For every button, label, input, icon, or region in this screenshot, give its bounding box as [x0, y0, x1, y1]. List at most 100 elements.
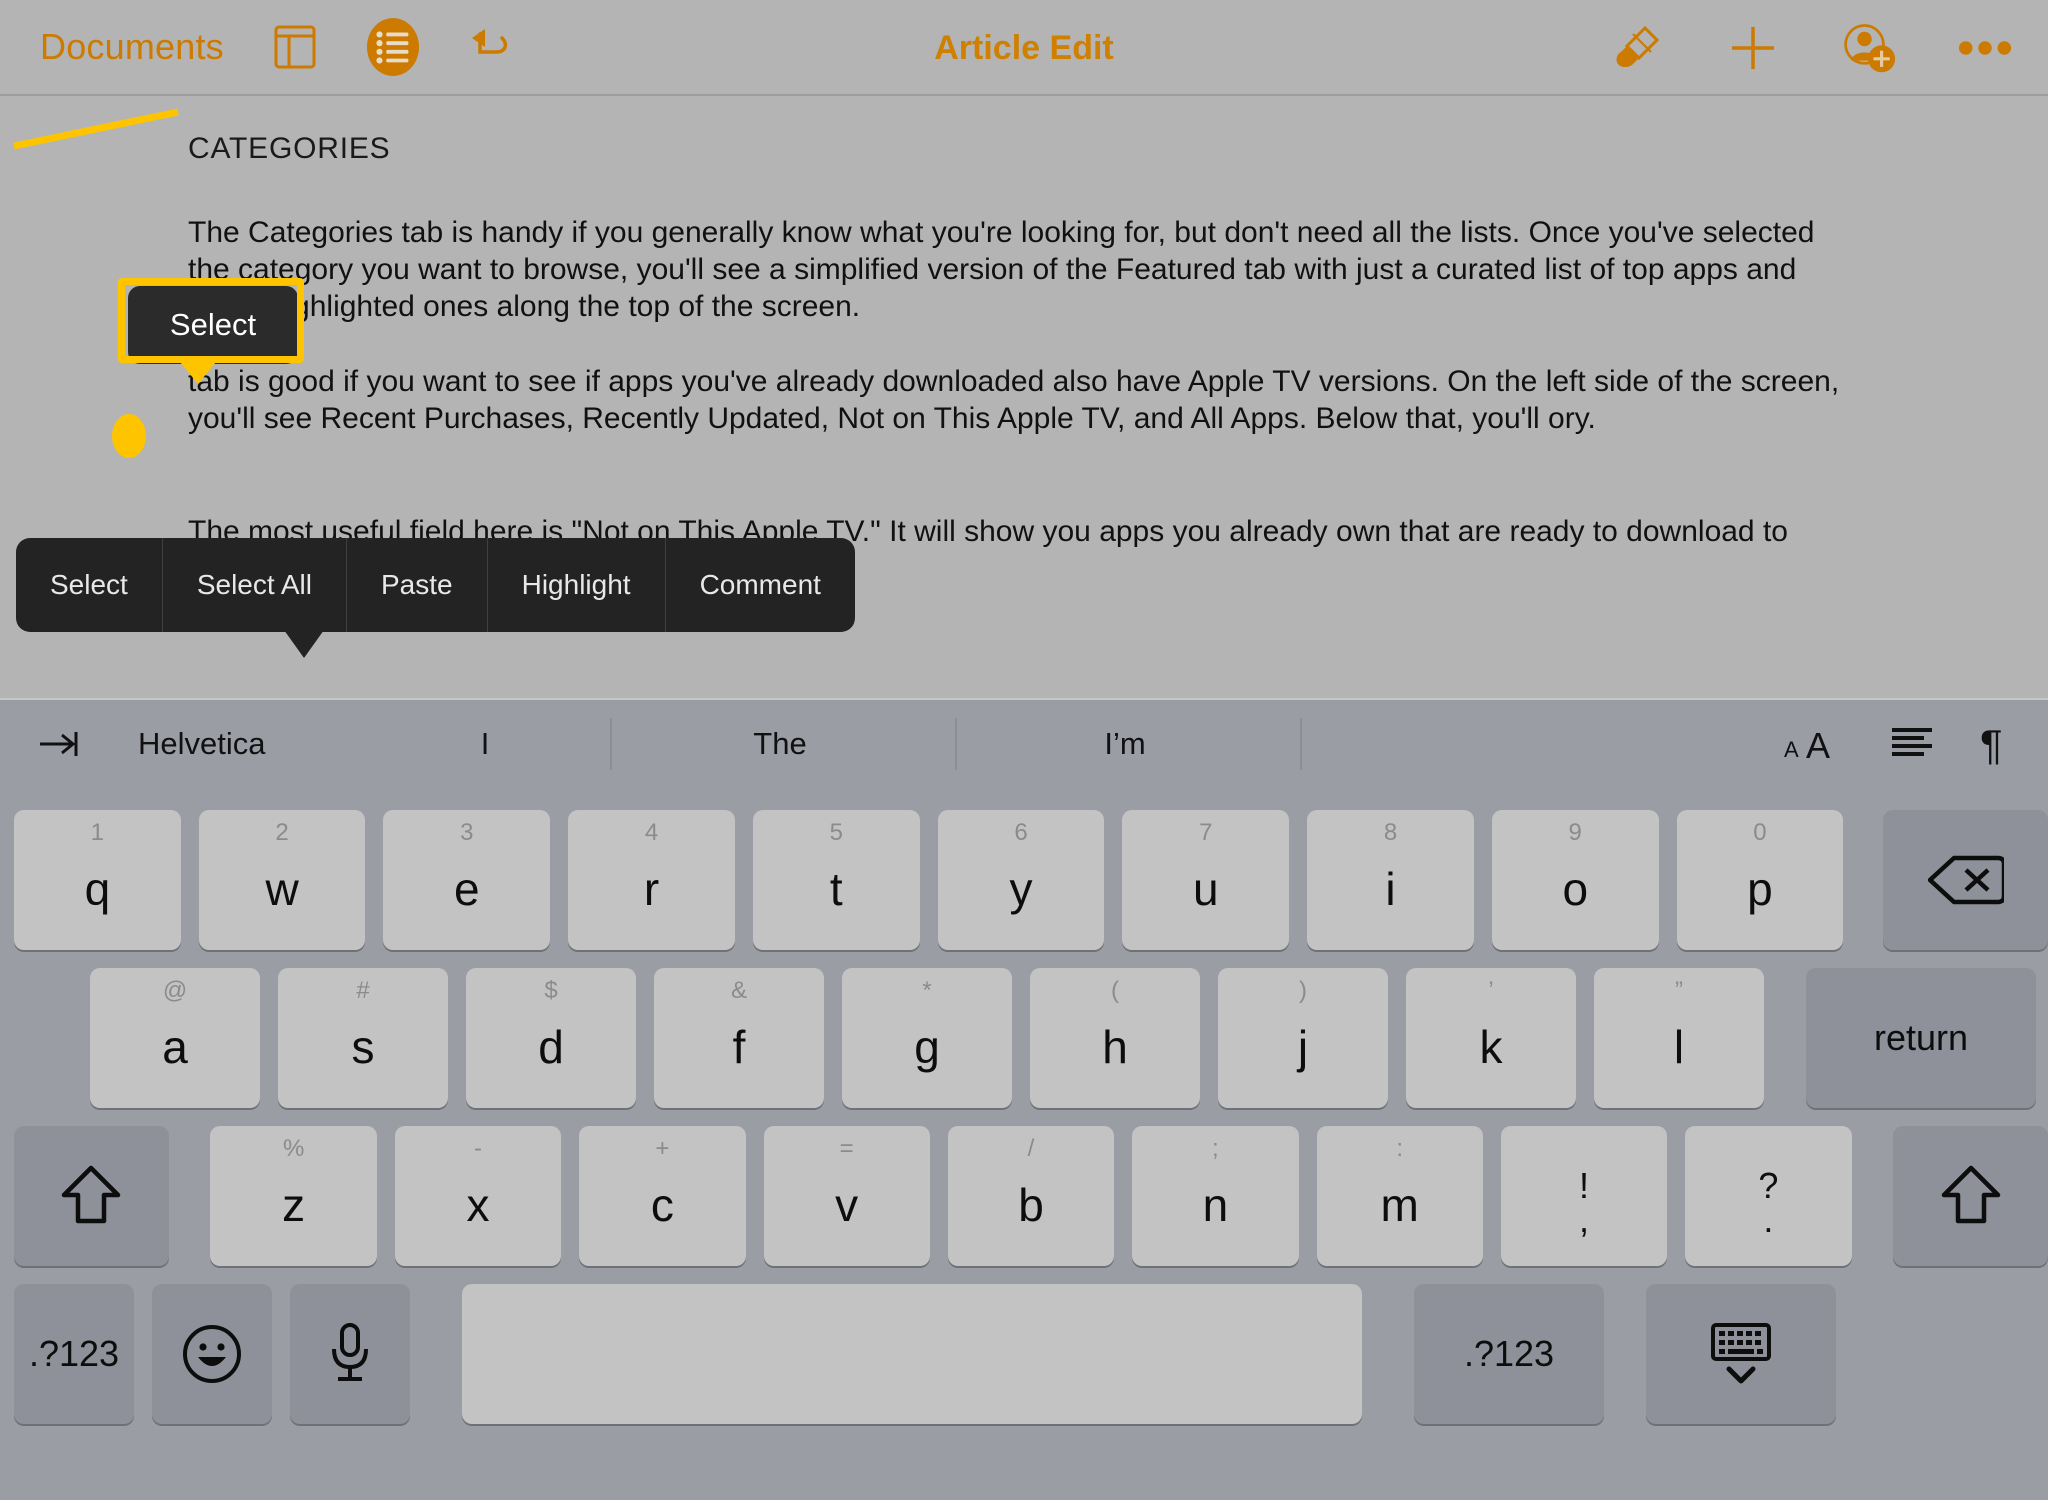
suggestion-divider-2 [955, 718, 957, 770]
key-u[interactable]: 7u [1122, 810, 1290, 950]
add-person-icon[interactable] [1842, 21, 1896, 75]
key-m-label: m [1380, 1179, 1419, 1231]
key-j-label: j [1297, 1021, 1309, 1073]
key-s-alt: # [356, 977, 370, 1004]
key-v-label: v [835, 1179, 859, 1231]
ellipsis-icon[interactable] [1958, 21, 2012, 75]
key-l-alt: ” [1675, 977, 1683, 1004]
key-k-label: k [1479, 1021, 1503, 1073]
layout-panel-icon[interactable] [268, 20, 322, 74]
key-e[interactable]: 3e [383, 810, 551, 950]
keyboard-row-3: % z - x + c = v / b; n: m!,?. [0, 1126, 2048, 1266]
plus-icon[interactable] [1726, 21, 1780, 75]
microphone-icon[interactable] [290, 1284, 410, 1424]
pilcrow-icon[interactable]: ¶ [1978, 723, 2012, 765]
key-g-label: g [914, 1021, 940, 1073]
key-w-label: w [265, 863, 299, 915]
key-c[interactable]: + c [579, 1126, 746, 1266]
numbers-key-left[interactable]: .?123 [14, 1284, 134, 1424]
key-b-label: b [1018, 1179, 1044, 1231]
key-o[interactable]: 9o [1491, 810, 1659, 950]
text-size-icon[interactable]: A A [1784, 723, 1846, 765]
key-y[interactable]: 6y [937, 810, 1105, 950]
key-h[interactable]: (h [1030, 968, 1200, 1108]
key-x-label: x [466, 1179, 490, 1231]
key-l[interactable]: ” l [1594, 968, 1764, 1108]
key-i-alt: 8 [1383, 819, 1398, 846]
context-menu-item-select-all[interactable]: Select All [163, 538, 347, 632]
return-key[interactable]: return [1806, 968, 2036, 1108]
key-p-alt: 0 [1753, 819, 1767, 846]
key-o-label: o [1562, 863, 1589, 915]
key-i-label: i [1385, 863, 1396, 915]
key-v-alt: = [839, 1135, 854, 1162]
key-o-alt: 9 [1568, 819, 1582, 846]
key-p[interactable]: 0p [1676, 810, 1844, 950]
keyboard-row-4: .?123 .?123 [0, 1284, 2048, 1424]
key-a[interactable]: @ a [90, 968, 260, 1108]
key-b[interactable]: / b [947, 1126, 1115, 1266]
key-q[interactable]: 1q [14, 810, 181, 950]
suggestion-2[interactable]: The [655, 726, 905, 762]
shift-key-left[interactable] [14, 1126, 169, 1266]
shift-key-right[interactable] [1893, 1126, 2048, 1266]
key-w[interactable]: 2w [198, 810, 366, 950]
context-menu-item-paste[interactable]: Paste [347, 538, 488, 632]
documents-back-button[interactable]: Documents [40, 26, 224, 68]
punct-bottom: . [1763, 1199, 1774, 1240]
numbers-key-right[interactable]: .?123 [1414, 1284, 1604, 1424]
suggestion-3[interactable]: I’m [1000, 726, 1250, 762]
key-g[interactable]: * g [842, 968, 1012, 1108]
key-r[interactable]: 4r [568, 810, 735, 950]
key-v[interactable]: = v [763, 1126, 930, 1266]
key-n-label: n [1202, 1179, 1229, 1231]
document-content: CATEGORIES The Categories tab is handy i… [0, 96, 2048, 587]
key-m[interactable]: :m [1316, 1126, 1483, 1266]
hide-keyboard-icon[interactable] [1646, 1284, 1836, 1424]
key-u-label: u [1192, 863, 1219, 915]
key-s[interactable]: # s [278, 968, 448, 1108]
bulleted-list-icon[interactable] [366, 18, 420, 76]
numbers-key-right-label: .?123 [1463, 1333, 1555, 1374]
key-punct-2[interactable]: ?. [1685, 1126, 1852, 1266]
key-k[interactable]: ’ k [1406, 968, 1576, 1108]
key-punct-1-labels: !, [1579, 1167, 1589, 1237]
key-f[interactable]: & f [654, 968, 824, 1108]
tab-arrow-icon[interactable] [38, 727, 82, 761]
ipad-document-editor-screen: Documents Article Edit CATEGORIES The Ca… [0, 0, 2048, 1500]
key-d[interactable]: $ d [466, 968, 636, 1108]
paintbrush-icon[interactable] [1610, 21, 1664, 75]
key-h-label: h [1102, 1021, 1128, 1073]
key-p-label: p [1747, 863, 1773, 915]
key-a-label: a [162, 1021, 188, 1073]
context-menu-item-highlight[interactable]: Highlight [488, 538, 666, 632]
key-x[interactable]: -x [394, 1126, 562, 1266]
context-menu-item-select[interactable]: Select [16, 538, 163, 632]
context-menu-tail [284, 630, 324, 658]
backspace-icon[interactable] [1883, 810, 2048, 950]
toolbar-left-group: Documents [0, 18, 518, 76]
document-heading: CATEGORIES [188, 132, 391, 165]
font-name-button[interactable]: Helvetica [138, 726, 266, 762]
key-j-alt: ) [1299, 977, 1307, 1004]
svg-text:A: A [1784, 737, 1799, 762]
align-left-icon[interactable] [1890, 726, 1934, 762]
key-n[interactable]: ; n [1132, 1126, 1299, 1266]
emoji-smiley-icon[interactable] [152, 1284, 272, 1424]
space-key[interactable] [462, 1284, 1362, 1424]
key-z[interactable]: % z [210, 1126, 377, 1266]
undo-arrow-icon[interactable] [464, 20, 518, 74]
key-punct-2-labels: ?. [1758, 1167, 1778, 1240]
top-toolbar: Documents Article Edit [0, 0, 2048, 96]
context-menu-item-comment[interactable]: Comment [666, 538, 855, 632]
suggestion-1[interactable]: I [360, 726, 610, 762]
toolbar-right-group [1610, 0, 2012, 96]
key-j[interactable]: ) j [1218, 968, 1388, 1108]
key-m-alt: : [1396, 1135, 1404, 1162]
keyboard-row-2: @ a # s $ d & f * g(h) j’ k” l return [0, 968, 2048, 1108]
key-i[interactable]: 8i [1307, 810, 1474, 950]
key-t[interactable]: 5t [752, 810, 920, 950]
key-punct-1[interactable]: !, [1500, 1126, 1668, 1266]
onscreen-keyboard: Helvetica I The I’m A A ¶ 1 q 2 w 3 e 4 … [0, 698, 2048, 1500]
keyboard-format-controls: A A ¶ [1784, 723, 2012, 765]
